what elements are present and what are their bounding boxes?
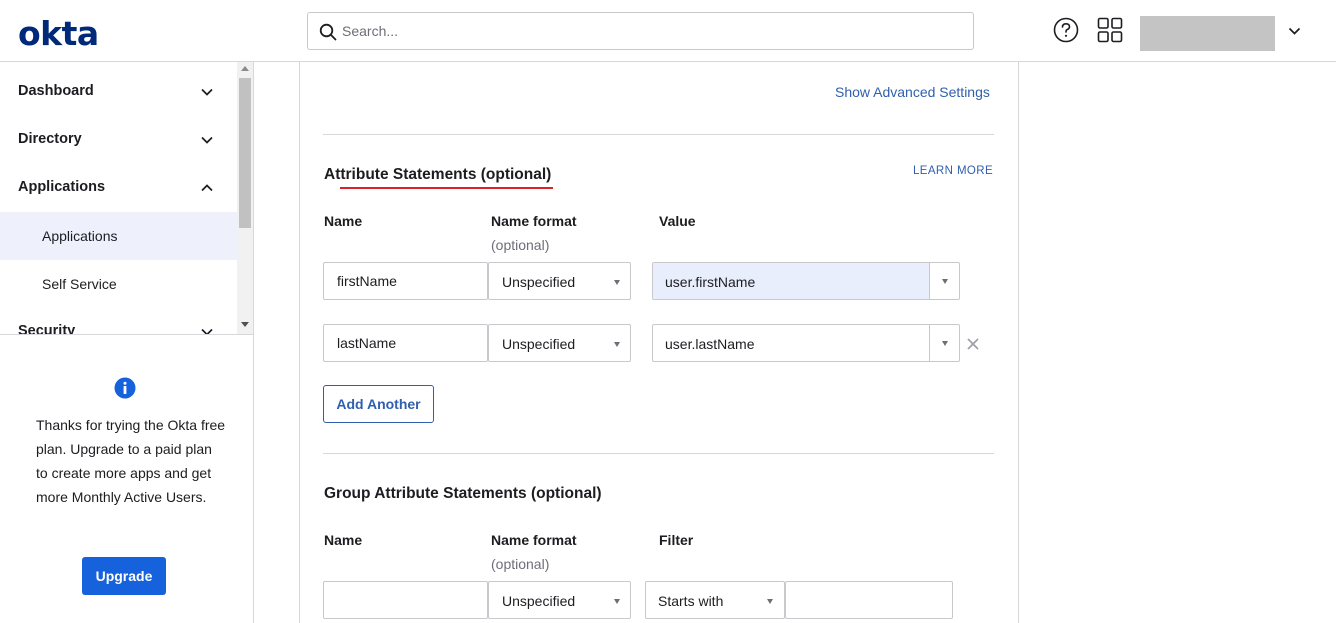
group-attribute-name-input[interactable]: [323, 581, 488, 619]
sidebar-item-label: Directory: [18, 131, 82, 147]
column-header-name-format: Name format: [491, 532, 577, 548]
add-another-button[interactable]: Add Another: [323, 385, 434, 423]
scroll-down-arrow-icon[interactable]: [241, 322, 249, 327]
dropdown-arrow-icon: [614, 342, 620, 347]
name-format-select[interactable]: Unspecified: [488, 324, 631, 362]
dropdown-arrow-icon[interactable]: [942, 279, 948, 284]
okta-logo[interactable]: okta: [18, 14, 99, 53]
chevron-up-icon: [201, 184, 213, 192]
name-format-select[interactable]: Unspecified: [488, 262, 631, 300]
group-name-format-select[interactable]: Unspecified: [488, 581, 631, 619]
sidebar-item-dashboard[interactable]: Dashboard: [0, 68, 237, 116]
sidebar-scrollbar[interactable]: [237, 62, 253, 334]
sidebar-item-label: Dashboard: [18, 83, 94, 99]
dropdown-arrow-icon: [614, 599, 620, 604]
learn-more-link[interactable]: LEARN MORE: [913, 165, 993, 177]
sidebar-subitem-applications[interactable]: Applications: [0, 212, 237, 260]
select-value: Starts with: [658, 593, 724, 609]
select-value: Unspecified: [502, 336, 576, 352]
combobox-value: user.lastName: [665, 336, 755, 352]
sidebar-subitem-label: Self Service: [42, 276, 117, 292]
attribute-statements-title: Attribute Statements (optional): [324, 166, 552, 183]
search-box[interactable]: [307, 12, 974, 50]
sidebar-subitem-label: Applications: [42, 228, 118, 244]
scrollbar-thumb[interactable]: [239, 78, 251, 228]
dropdown-arrow-icon: [767, 599, 773, 604]
column-header-optional: (optional): [491, 237, 550, 253]
scroll-up-arrow-icon[interactable]: [241, 66, 249, 71]
user-account-menu[interactable]: [1140, 16, 1275, 51]
sidebar-item-label: Security: [18, 323, 76, 334]
divider: [323, 134, 994, 135]
divider: [323, 453, 994, 454]
upgrade-button[interactable]: Upgrade: [82, 557, 166, 595]
sidebar: Dashboard Directory Applications Applica…: [0, 62, 254, 623]
chevron-down-icon[interactable]: [1288, 26, 1301, 36]
filter-type-select[interactable]: Starts with: [645, 581, 785, 619]
sidebar-item-directory[interactable]: Directory: [0, 116, 237, 164]
chevron-down-icon: [201, 328, 213, 334]
column-header-value: Value: [659, 213, 696, 229]
upgrade-promo-text: Thanks for trying the Okta free plan. Up…: [36, 417, 226, 505]
attribute-value-combobox[interactable]: user.firstName: [652, 262, 960, 300]
sidebar-nav: Dashboard Directory Applications Applica…: [0, 62, 237, 334]
select-value: Unspecified: [502, 593, 576, 609]
column-header-name-format: Name format: [491, 213, 577, 229]
sidebar-item-applications[interactable]: Applications: [0, 164, 237, 212]
column-header-name: Name: [324, 532, 363, 548]
annotation-underline: [340, 187, 553, 189]
search-input[interactable]: [342, 13, 962, 49]
column-header-name: Name: [324, 213, 363, 229]
sidebar-subitem-self-service[interactable]: Self Service: [0, 260, 237, 308]
dropdown-arrow-icon[interactable]: [942, 341, 948, 346]
column-header-optional: (optional): [491, 556, 550, 572]
divider: [0, 334, 253, 335]
chevron-down-icon: [201, 136, 213, 144]
filter-value-input[interactable]: [785, 581, 953, 619]
combobox-separator: [929, 263, 930, 299]
attribute-name-input[interactable]: [323, 324, 488, 362]
column-header-filter: Filter: [659, 532, 694, 548]
sidebar-item-security[interactable]: Security: [0, 308, 237, 334]
help-icon[interactable]: [1053, 17, 1079, 43]
combobox-separator: [929, 325, 930, 361]
top-bar: okta: [0, 0, 1336, 62]
group-attribute-statements-title: Group Attribute Statements (optional): [324, 485, 602, 502]
apps-grid-icon[interactable]: [1097, 17, 1123, 43]
attribute-value-combobox[interactable]: user.lastName: [652, 324, 960, 362]
sidebar-item-label: Applications: [18, 179, 106, 195]
remove-row-icon[interactable]: [965, 336, 981, 352]
chevron-down-icon: [201, 88, 213, 96]
show-advanced-settings-link[interactable]: Show Advanced Settings: [835, 84, 990, 100]
info-icon: [114, 377, 136, 399]
select-value: Unspecified: [502, 274, 576, 290]
dropdown-arrow-icon: [614, 280, 620, 285]
attribute-name-input[interactable]: [323, 262, 488, 300]
combobox-value: user.firstName: [665, 274, 756, 290]
search-icon: [319, 23, 337, 41]
